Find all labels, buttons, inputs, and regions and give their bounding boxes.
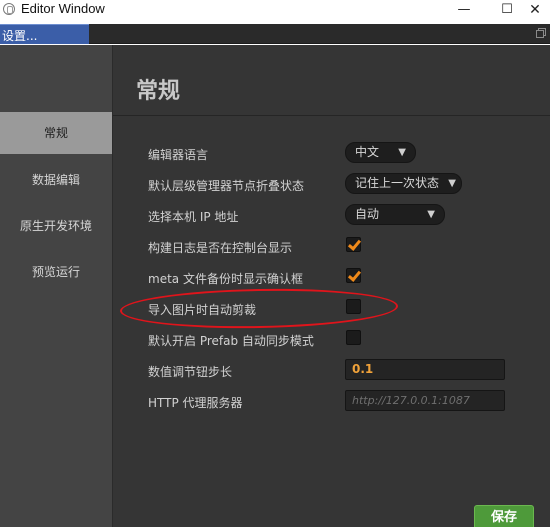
settings-panel: 常规 编辑器语言 中文 ▼ 默认层级管理器节点折叠状态 记住上一次状态 ▼ 选择… [112,45,550,527]
hierarchy-fold-value: 记住上一次状态 [355,176,440,190]
panel-menu-icon[interactable] [536,28,546,38]
sidebar-item-general[interactable]: 常规 [0,112,112,154]
hierarchy-fold-select[interactable]: 记住上一次状态 ▼ [345,173,462,194]
window-titlebar: Editor Window — ☐ ✕ [0,0,550,24]
local-ip-select[interactable]: 自动 ▼ [345,204,445,225]
build-log-label: 构建日志是否在控制台显示 [148,241,293,255]
http-proxy-label: HTTP 代理服务器 [148,396,243,410]
save-button[interactable]: 保存 [474,505,534,527]
hierarchy-fold-label: 默认层级管理器节点折叠状态 [148,179,305,193]
window-title: Editor Window [21,1,105,16]
editor-language-label: 编辑器语言 [148,148,209,162]
app-icon [3,3,15,15]
minimize-button[interactable]: — [444,0,484,22]
prefab-sync-checkbox[interactable] [346,330,361,345]
tab-bar: 设置... [0,24,550,44]
title-divider [113,115,550,116]
prefab-sync-label: 默认开启 Prefab 自动同步模式 [148,334,314,348]
sidebar: 常规 数据编辑 原生开发环境 预览运行 [0,45,112,527]
meta-backup-label: meta 文件备份时显示确认框 [148,272,303,286]
close-button[interactable]: ✕ [515,0,550,22]
local-ip-label: 选择本机 IP 地址 [148,210,239,224]
meta-backup-checkbox[interactable] [346,268,361,283]
tab-settings[interactable]: 设置... [0,24,89,44]
editor-language-select[interactable]: 中文 ▼ [345,142,416,163]
chevron-down-icon: ▼ [427,209,435,220]
page-title: 常规 [136,79,181,104]
local-ip-value: 自动 [355,207,380,221]
chevron-down-icon: ▼ [398,147,406,158]
sidebar-item-preview-run[interactable]: 预览运行 [0,251,112,293]
step-input[interactable]: 0.1 [345,359,505,380]
editor-language-value: 中文 [355,145,380,159]
http-proxy-input[interactable]: http://127.0.0.1:1087 [345,390,505,411]
build-log-checkbox[interactable] [346,237,361,252]
step-label: 数值调节钮步长 [148,365,233,379]
chevron-down-icon: ▼ [448,178,456,189]
sidebar-item-data-editing[interactable]: 数据编辑 [0,159,112,201]
sidebar-item-native-env[interactable]: 原生开发环境 [0,205,112,247]
